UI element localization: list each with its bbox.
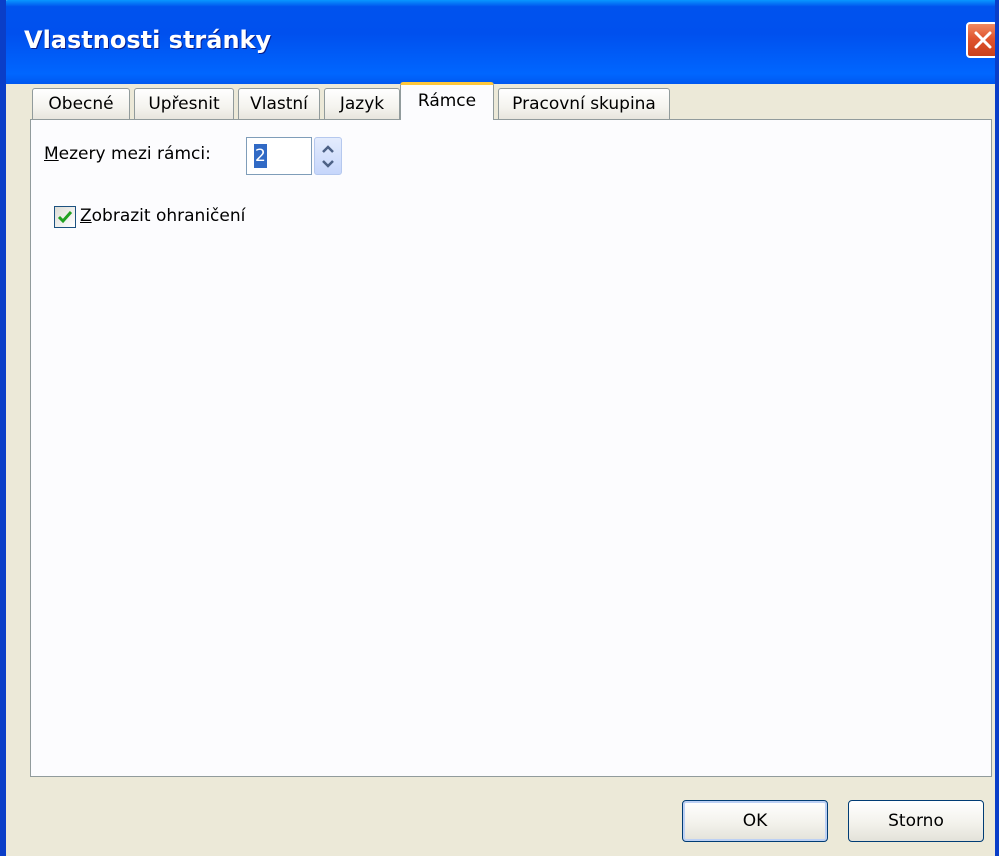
close-icon	[974, 31, 992, 49]
frame-spacing-accelerator: M	[44, 144, 59, 164]
tab-custom[interactable]: Vlastní	[238, 88, 320, 120]
frame-spacing-spinner[interactable]	[314, 137, 342, 175]
window-title: Vlastnosti stránky	[24, 26, 272, 54]
tab-frames[interactable]: Rámce	[400, 82, 494, 120]
chevron-up-icon[interactable]	[321, 144, 335, 154]
show-borders-checkbox[interactable]	[54, 206, 76, 228]
tab-advanced[interactable]: Upřesnit	[134, 88, 234, 120]
show-borders-label-text: obrazit ohraničení	[91, 206, 246, 226]
tab-general[interactable]: Obecné	[32, 88, 130, 120]
close-button[interactable]	[966, 22, 995, 58]
frame-spacing-label-text: ezery mezi rámci:	[58, 144, 211, 164]
frame-spacing-value: 2	[254, 144, 267, 168]
title-bar[interactable]: Vlastnosti stránky	[6, 0, 995, 84]
show-borders-label[interactable]: Zobrazit ohraničení	[80, 206, 245, 226]
checkmark-icon	[57, 211, 73, 224]
cancel-button[interactable]: Storno	[848, 800, 984, 842]
show-borders-accelerator: Z	[80, 206, 92, 226]
frame-spacing-input[interactable]: 2	[246, 137, 312, 175]
tab-workgroup[interactable]: Pracovní skupina	[498, 88, 670, 120]
ok-button[interactable]: OK	[682, 800, 828, 842]
tab-language[interactable]: Jazyk	[324, 88, 400, 120]
page-properties-dialog: Vlastnosti stránky Obecné Upřesnit Vlast…	[0, 0, 999, 856]
frame-spacing-label: Mezery mezi rámci:	[44, 144, 211, 164]
chevron-down-icon[interactable]	[321, 159, 335, 169]
